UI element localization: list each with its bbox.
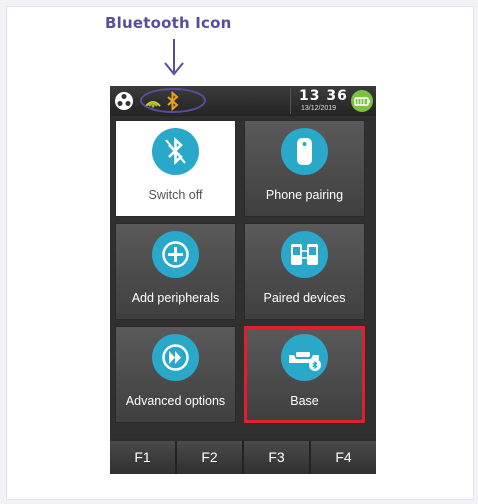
battery-icon — [351, 90, 373, 112]
f1-key[interactable]: F1 — [110, 441, 177, 474]
advanced-options-circle — [152, 334, 199, 381]
add-peripherals-label: Add peripherals — [131, 291, 220, 305]
paired-devices-circle — [281, 231, 328, 278]
clock: 13 36 13/12/2019 — [290, 88, 349, 114]
annotation-arrow-icon — [164, 62, 184, 76]
bluetooth-highlight-ring — [140, 88, 206, 113]
switch-off-label: Switch off — [148, 188, 203, 202]
paired-devices-label: Paired devices — [263, 291, 346, 305]
switch-off-circle — [152, 128, 199, 175]
fast-forward-icon — [162, 344, 189, 371]
base-tile[interactable]: Base — [244, 326, 365, 423]
plus-circle-icon — [162, 241, 189, 268]
phone-pairing-tile[interactable]: Phone pairing — [244, 120, 365, 217]
advanced-options-tile[interactable]: Advanced options — [115, 326, 236, 423]
f3-key[interactable]: F3 — [244, 441, 311, 474]
advanced-options-label: Advanced options — [125, 394, 226, 408]
terminal-screen: 13 36 13/12/2019 Switch off Phone pairin… — [110, 86, 376, 474]
switch-off-tile[interactable]: Switch off — [115, 120, 236, 217]
paired-devices-icon — [291, 244, 318, 265]
phone-pairing-circle — [281, 128, 328, 175]
network-icon — [115, 92, 133, 110]
phone-icon — [297, 138, 312, 165]
add-peripherals-circle — [152, 231, 199, 278]
f2-key[interactable]: F2 — [177, 441, 244, 474]
add-peripherals-tile[interactable]: Add peripherals — [115, 223, 236, 320]
base-circle — [281, 334, 328, 381]
date-text: 13/12/2019 — [301, 105, 337, 112]
annotation-label: Bluetooth Icon — [105, 14, 232, 32]
paired-devices-tile[interactable]: Paired devices — [244, 223, 365, 320]
base-label: Base — [290, 394, 319, 408]
bluetooth-off-icon — [165, 137, 186, 165]
base-bluetooth-icon — [289, 352, 321, 371]
phone-pairing-label: Phone pairing — [265, 188, 344, 202]
f4-key[interactable]: F4 — [311, 441, 376, 474]
time-text: 13 36 — [299, 88, 348, 104]
menu-grid: Switch off Phone pairing Add peripherals — [110, 116, 376, 438]
status-bar: 13 36 13/12/2019 — [110, 86, 376, 116]
function-key-bar: F1 F2 F3 F4 — [110, 441, 376, 474]
